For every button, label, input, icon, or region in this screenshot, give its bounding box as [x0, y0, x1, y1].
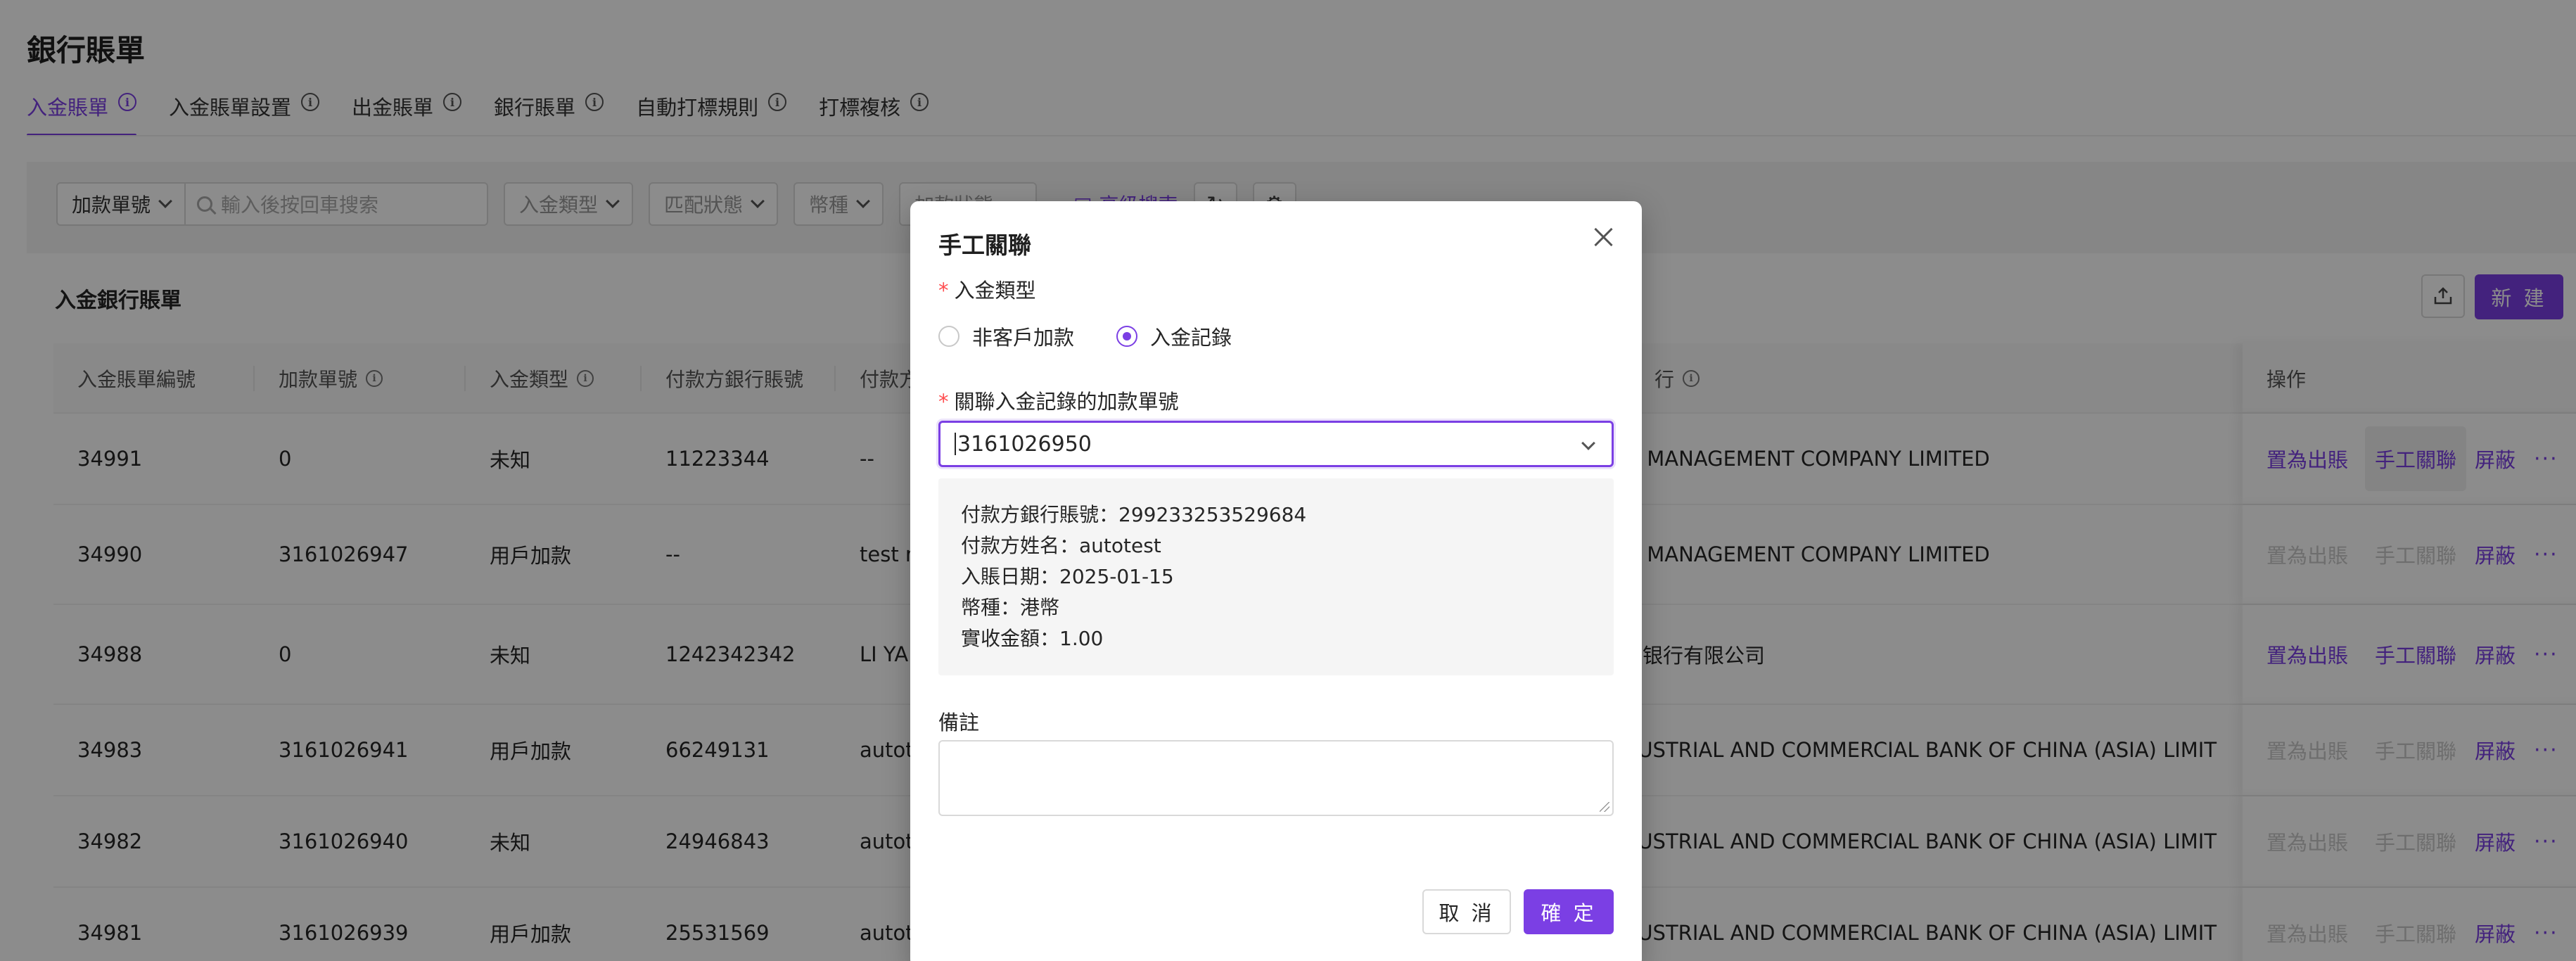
radio-deposit-record[interactable]: 入金記錄	[1102, 307, 1249, 366]
close-icon[interactable]	[1591, 225, 1615, 249]
detail-amount: 實收金額：1.00	[961, 627, 1104, 650]
manual-link-dialog: 手工關聯 * 入金類型 非客戶加款 入金記錄 * 關聯入金記錄的加款單號 31610…	[910, 201, 1642, 961]
radio-circle	[938, 326, 959, 347]
remark-label: 備註	[938, 711, 980, 734]
detail-payer-account: 付款方銀行賬號：299233253529684	[961, 503, 1307, 526]
link-order-label: * 關聯入金記錄的加款單號	[938, 386, 1179, 415]
chevron-down-icon	[1581, 436, 1595, 450]
label-text: 關聯入金記錄的加款單號	[954, 390, 1179, 414]
link-order-select[interactable]: 3161026950	[938, 421, 1614, 467]
detail-entry-date: 入賬日期：2025-01-15	[961, 565, 1174, 588]
dialog-title: 手工關聯	[938, 231, 1031, 259]
cancel-button[interactable]: 取 消	[1422, 889, 1511, 934]
confirm-button[interactable]: 確 定	[1524, 889, 1614, 934]
select-value: 3161026950	[957, 431, 1092, 457]
radio-label: 非客戶加款	[972, 326, 1075, 350]
resize-handle[interactable]	[1600, 802, 1609, 812]
deposit-type-radio-group: 非客戶加款 入金記錄	[938, 307, 1249, 366]
detail-payer-name: 付款方姓名：autotest	[961, 534, 1161, 557]
text-cursor	[955, 433, 956, 455]
label-text: 入金類型	[954, 279, 1036, 303]
record-details: 付款方銀行賬號：299233253529684 付款方姓名：autotest 入…	[938, 478, 1614, 675]
radio-non-customer[interactable]: 非客戶加款	[938, 307, 1090, 366]
required-mark: *	[938, 390, 949, 414]
radio-label: 入金記錄	[1150, 326, 1232, 350]
required-mark: *	[938, 279, 949, 303]
detail-currency: 幣種：港幣	[961, 596, 1060, 619]
radio-circle-checked	[1116, 326, 1138, 347]
remark-textarea[interactable]	[938, 740, 1614, 816]
deposit-type-label: * 入金類型	[938, 274, 1036, 304]
